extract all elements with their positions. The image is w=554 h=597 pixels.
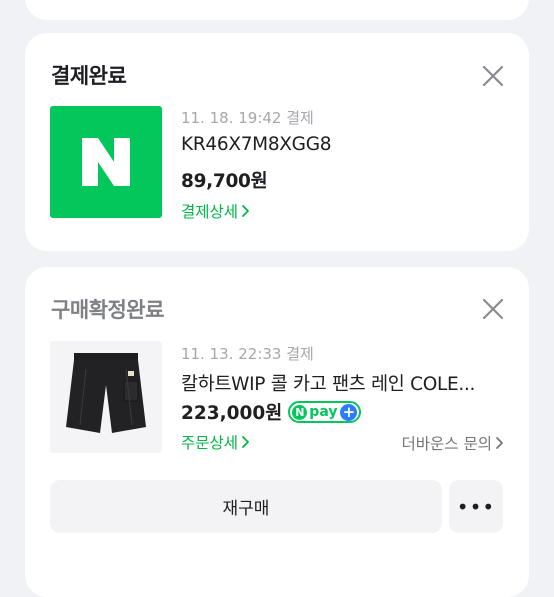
npay-label: pay bbox=[309, 404, 338, 420]
order-price: 223,000원 bbox=[181, 403, 283, 424]
chevron-right-icon bbox=[242, 205, 249, 217]
order-id: KR46X7M8XGG8 bbox=[181, 134, 332, 155]
payment-complete-card: 결제완료 11. 18. 19:42 결제 KR46X7M8XGG8 89,70… bbox=[25, 33, 529, 251]
price-row: 223,000원 N pay + bbox=[181, 399, 362, 425]
naver-n-icon bbox=[82, 138, 130, 186]
npay-plus-badge: N pay + bbox=[288, 401, 362, 423]
product-image[interactable] bbox=[50, 341, 162, 453]
rebuy-button[interactable]: 재구매 bbox=[50, 480, 442, 533]
purchase-confirmed-card: 구매확정완료 11. 13. 22:33 결제 칼하트WIP 콜 카고 팬츠 레… bbox=[25, 267, 529, 597]
npay-n-icon: N bbox=[292, 404, 308, 420]
plus-icon: + bbox=[340, 403, 358, 421]
payment-detail-link[interactable]: 결제상세 bbox=[181, 200, 250, 222]
chevron-right-icon bbox=[496, 437, 503, 449]
payment-datetime: 11. 18. 19:42 결제 bbox=[181, 109, 314, 127]
card-title: 결제완료 bbox=[51, 64, 127, 88]
naver-logo bbox=[50, 106, 162, 218]
seller-inquiry-label: 더바운스 문의 bbox=[401, 435, 493, 453]
cargo-pants-image bbox=[66, 353, 146, 433]
more-options-button[interactable]: ••• bbox=[449, 480, 503, 533]
close-icon[interactable] bbox=[479, 295, 507, 323]
seller-inquiry-link[interactable]: 더바운스 문의 bbox=[402, 432, 505, 454]
previous-card bbox=[25, 0, 529, 20]
order-detail-link[interactable]: 주문상세 bbox=[181, 431, 250, 453]
chevron-right-icon bbox=[242, 436, 249, 448]
payment-amount: 89,700원 bbox=[181, 171, 268, 192]
order-datetime: 11. 13. 22:33 결제 bbox=[181, 345, 314, 363]
product-name[interactable]: 칼하트WIP 콜 카고 팬츠 레인 COLE... bbox=[181, 370, 501, 396]
order-detail-label: 주문상세 bbox=[181, 434, 239, 452]
card-title: 구매확정완료 bbox=[51, 298, 164, 322]
payment-detail-label: 결제상세 bbox=[181, 203, 239, 221]
close-icon[interactable] bbox=[479, 62, 507, 90]
